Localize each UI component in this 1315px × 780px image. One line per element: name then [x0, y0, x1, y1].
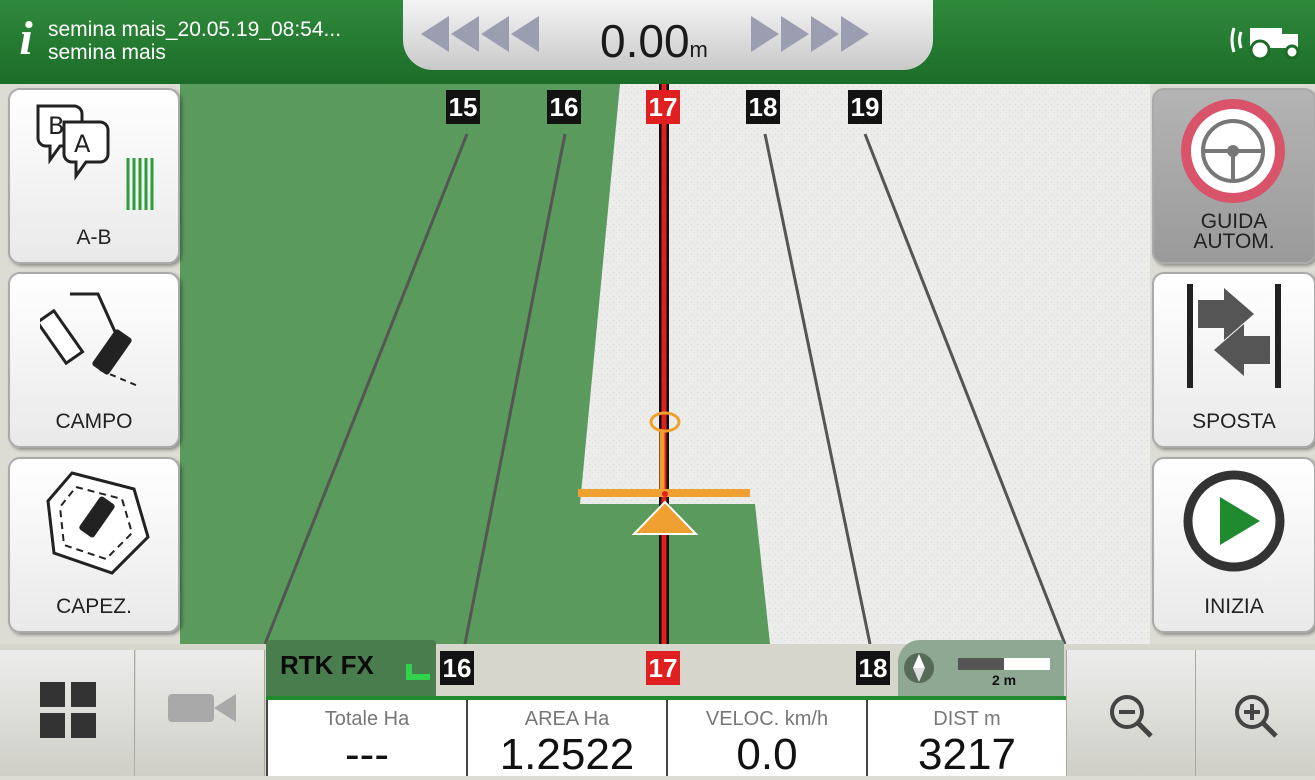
section-icon: [406, 664, 430, 680]
headland-button[interactable]: CAPEZ.: [8, 457, 180, 633]
shift-line-icon: [1187, 284, 1281, 388]
cross-track-offset: 0.00m: [600, 14, 708, 77]
ab-line-icon: B A: [36, 104, 154, 210]
chevron-left-icon: [481, 16, 509, 52]
camera-icon: [168, 694, 236, 722]
field-button-label: CAMPO: [55, 410, 133, 433]
start-button[interactable]: INIZIA: [1152, 457, 1315, 633]
scale-bar: [958, 658, 1050, 670]
menu-button[interactable]: [0, 650, 135, 776]
headland-button-label: CAPEZ.: [56, 595, 132, 618]
stat-distance: DIST m 3217: [866, 700, 1066, 779]
stat-value: 1.2522: [499, 730, 635, 779]
svg-text:A: A: [74, 130, 91, 158]
stat-title: DIST m: [933, 708, 1001, 730]
job-name[interactable]: semina mais_20.05.19_08:54...: [48, 18, 341, 41]
start-button-label: INIZIA: [1204, 595, 1264, 618]
chevron-right-icon: [811, 16, 839, 52]
info-icon[interactable]: i: [10, 10, 42, 68]
auto-steer-button[interactable]: GUIDA AUTOM.: [1152, 88, 1315, 264]
stat-speed: VELOC. km/h 0.0: [666, 700, 866, 779]
stat-title: AREA Ha: [524, 708, 610, 730]
steering-wheel-icon: [1181, 99, 1285, 203]
stat-title: VELOC. km/h: [705, 708, 829, 730]
svg-text:B: B: [48, 112, 64, 140]
stat-value: ---: [345, 730, 389, 779]
line-number-label: 15: [446, 90, 480, 124]
stat-title: Totale Ha: [324, 708, 410, 730]
line-number-label-active: 17: [646, 651, 680, 685]
chevron-right-icon: [751, 16, 779, 52]
scale-label: 2 m: [991, 672, 1017, 688]
shift-line-label: SPOSTA: [1192, 410, 1276, 433]
ab-line-button[interactable]: B A A-B: [8, 88, 180, 264]
zoom-in-icon: [1235, 695, 1278, 738]
zoom-in-button[interactable]: [1196, 650, 1315, 776]
job-subtitle[interactable]: semina mais: [48, 41, 166, 64]
auto-steer-label: GUIDA AUTOM.: [1193, 210, 1275, 253]
headland-icon: [46, 471, 150, 575]
chevron-left-icon: [451, 16, 479, 52]
grid-menu-icon: [40, 682, 96, 738]
stat-total-ha: Totale Ha ---: [266, 700, 466, 779]
chevron-right-icon: [841, 16, 869, 52]
stat-value: 0.0: [736, 730, 798, 779]
field-button[interactable]: CAMPO: [8, 272, 180, 448]
line-number-label: 16: [440, 651, 474, 685]
line-number-label: 19: [848, 90, 882, 124]
offset-unit: m: [689, 37, 708, 62]
guidance-map[interactable]: [180, 84, 1150, 644]
compass-icon[interactable]: [902, 648, 936, 688]
ab-button-label: A-B: [76, 226, 112, 249]
chevron-left-icon: [511, 16, 539, 52]
field-draw-icon: [40, 292, 139, 387]
line-number-label: 16: [547, 90, 581, 124]
chevron-right-icon: [781, 16, 809, 52]
shift-line-button[interactable]: SPOSTA: [1152, 272, 1315, 448]
gps-status-label: RTK FX: [280, 650, 374, 680]
zoom-out-button[interactable]: [1066, 650, 1196, 776]
line-number-label-active: 17: [646, 90, 680, 124]
line-number-label: 18: [856, 651, 890, 685]
stat-area-ha: AREA Ha 1.2522: [466, 700, 666, 779]
chevron-left-icon: [421, 16, 449, 52]
stat-value: 3217: [918, 730, 1016, 779]
line-number-label: 18: [746, 90, 780, 124]
zoom-out-icon: [1110, 695, 1153, 738]
offset-value: 0.00: [600, 15, 690, 67]
play-icon: [1183, 470, 1285, 572]
camera-button[interactable]: [136, 650, 265, 776]
tractor-signal-icon[interactable]: [1228, 18, 1308, 62]
